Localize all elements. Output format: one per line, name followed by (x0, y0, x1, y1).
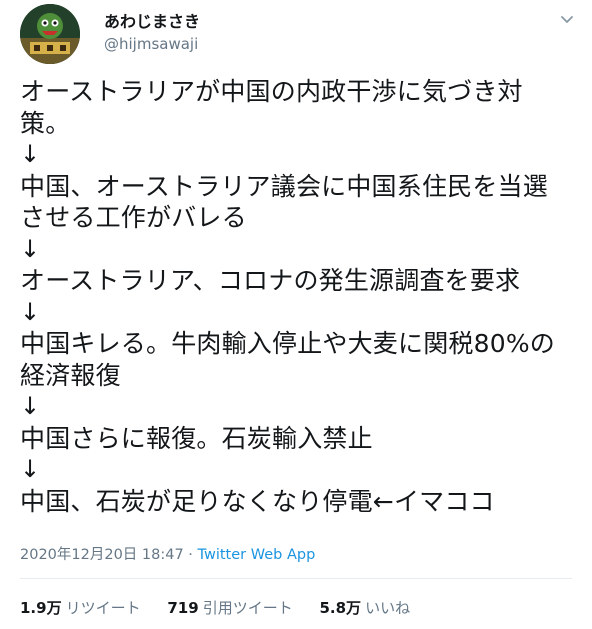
meta-separator: · (183, 547, 198, 563)
tweet-header: あわじまさき @hijmsawaji (0, 0, 592, 70)
likes-count: 5.8万 (319, 599, 362, 617)
tweet-text-line: 中国、石炭が足りなくなり停電←イマココ (20, 486, 495, 516)
tweet-meta: 2020年12月20日 18:47 · Twitter Web App (20, 543, 315, 564)
quotes-label: 引用ツイート (202, 599, 293, 617)
quotes-count: 719 (167, 599, 199, 617)
down-arrow-line: ↓ (20, 140, 41, 168)
display-name[interactable]: あわじまさき (104, 8, 200, 32)
timestamp[interactable]: 2020年12月20日 18:47 (20, 547, 184, 563)
tweet-text-line: オーストラリア、コロナの発生源調査を要求 (20, 266, 521, 295)
tweet-text-line: 策。 (20, 108, 71, 138)
tweet-text-line: 経済報復 (20, 360, 121, 390)
tweet-text-line: 中国キレる。牛肉輸入停止や大麦に関税80%の (20, 329, 555, 358)
tweet-text: オーストラリアが中国の内政干渉に気づき対 策。 ↓ 中国、オーストラリア議会に中… (20, 76, 580, 517)
down-arrow-line: ↓ (20, 297, 41, 326)
source-app-link[interactable]: Twitter Web App (198, 547, 316, 563)
down-arrow-line: ↓ (20, 234, 41, 263)
tweet-text-line: オーストラリアが中国の内政干渉に気づき対 (20, 77, 523, 106)
chevron-down-icon[interactable] (558, 10, 576, 28)
retweets-stat[interactable]: 1.9万 リツイート (20, 597, 141, 618)
likes-stat[interactable]: 5.8万 いいね (319, 597, 410, 618)
down-arrow-line: ↓ (20, 392, 41, 420)
divider (20, 578, 572, 579)
avatar-image-icon (20, 4, 80, 64)
tweet-text-line: 中国さらに報復。石炭輸入禁止 (20, 423, 373, 453)
likes-label: いいね (365, 599, 411, 617)
tweet-text-line: 中国、オーストラリア議会に中国系住民を当選 (20, 171, 548, 201)
user-handle[interactable]: @hijmsawaji (104, 35, 198, 53)
retweets-label: リツイート (65, 599, 141, 617)
tweet-stats: 1.9万 リツイート 719 引用ツイート 5.8万 いいね (20, 597, 432, 618)
tweet-text-line: させる工作がバレる (20, 203, 247, 232)
retweets-count: 1.9万 (20, 599, 62, 617)
avatar[interactable] (20, 4, 80, 64)
tweet-card: あわじまさき @hijmsawaji オーストラリアが中国の内政干渉に気づき対 … (0, 0, 592, 629)
down-arrow-line: ↓ (20, 455, 41, 483)
quote-tweets-stat[interactable]: 719 引用ツイート (167, 597, 292, 618)
